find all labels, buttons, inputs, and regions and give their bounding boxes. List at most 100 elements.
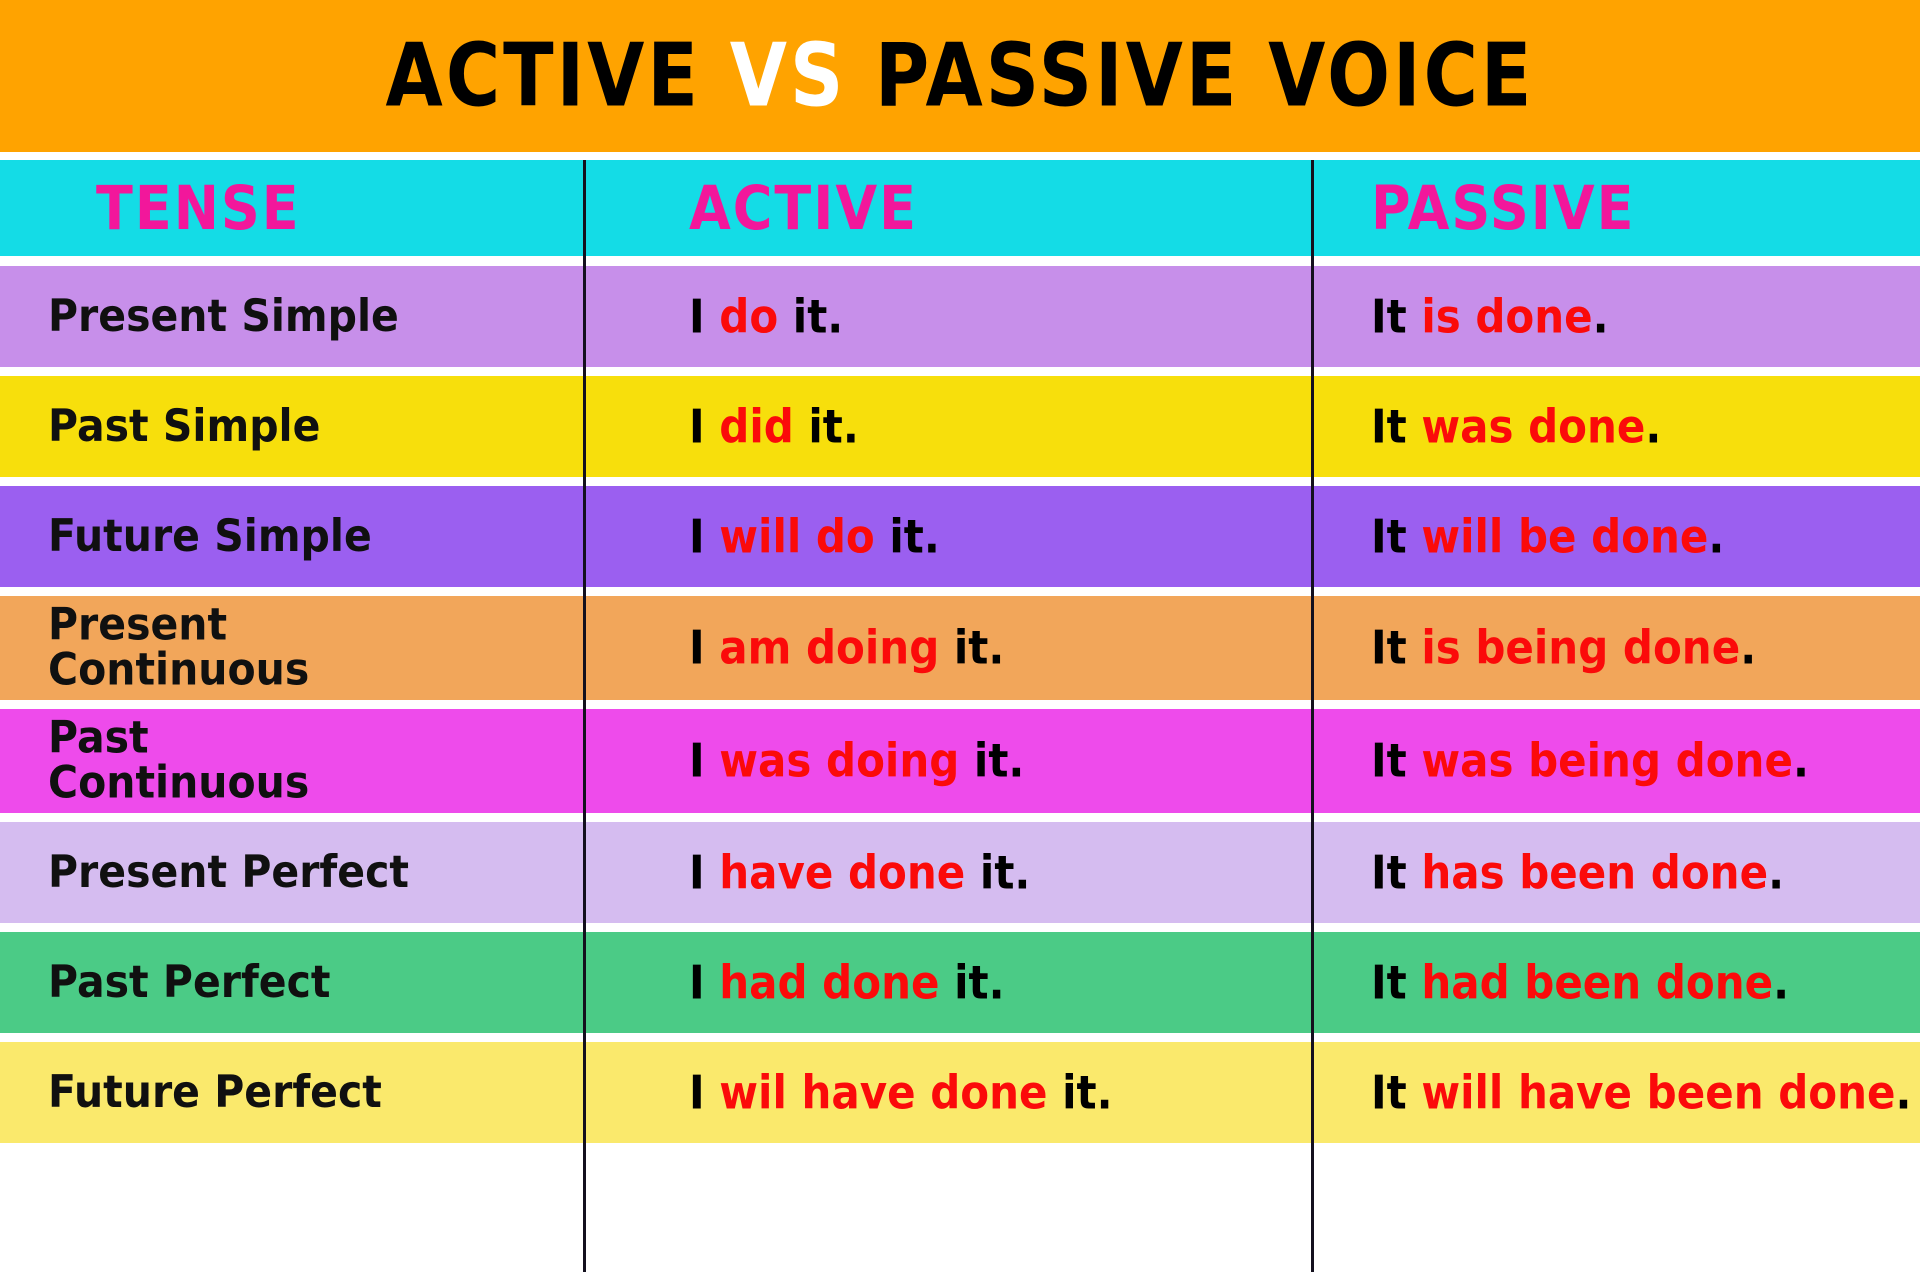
verb-phrase: am doing	[719, 620, 940, 675]
subject-pronoun: It	[1371, 955, 1422, 1009]
cell-tense: Past Simple	[0, 376, 585, 477]
cell-tense: Past Continuous	[0, 709, 585, 813]
verb-phrase: was done	[1421, 399, 1646, 453]
cell-active-sentence: I have done it.	[585, 822, 1313, 923]
page-title: ACTIVE VS PASSIVE VOICE	[386, 25, 1535, 126]
passive-sentence: It has been done.	[1371, 849, 1784, 895]
tense-label: Present Simple	[48, 289, 399, 342]
sentence-tail: it.	[874, 509, 940, 563]
verb-phrase: was doing	[719, 733, 960, 788]
title-part-two: PASSIVE VOICE	[846, 25, 1535, 127]
cell-tense: Past Perfect	[0, 932, 585, 1033]
subject-pronoun: I	[689, 289, 720, 343]
cell-active-sentence: I will do it.	[585, 486, 1313, 587]
table-row: Present Simple I do it. It is done.	[0, 266, 1920, 367]
subject-pronoun: It	[1371, 1065, 1422, 1119]
sentence-tail: it.	[965, 845, 1031, 899]
cell-passive-sentence: It has been done.	[1313, 822, 1920, 923]
table-row: Present Perfect I have done it. It has bee…	[0, 822, 1920, 923]
passive-sentence: It was done.	[1371, 403, 1661, 449]
sentence-tail: it.	[1047, 1065, 1113, 1119]
verb-phrase: did	[719, 399, 794, 453]
table-row: Past Simple I did it. It was done.	[0, 376, 1920, 477]
subject-pronoun: It	[1371, 509, 1422, 563]
passive-sentence: It will be done.	[1371, 513, 1724, 559]
verb-phrase: will be done	[1421, 509, 1709, 563]
cell-active-sentence: I wil have done it.	[585, 1042, 1313, 1143]
title-banner: ACTIVE VS PASSIVE VOICE	[0, 0, 1920, 152]
cell-tense: Present Simple	[0, 266, 585, 367]
sentence-tail: .	[1740, 620, 1757, 675]
verb-phrase: was being done	[1421, 733, 1793, 788]
table-row: Past Perfect I had done it. It had been do…	[0, 932, 1920, 1033]
tense-label: Future Perfect	[48, 1065, 382, 1118]
active-sentence: I was doing it.	[689, 737, 1024, 784]
active-sentence: I will do it.	[689, 513, 940, 559]
cell-active-sentence: I did it.	[585, 376, 1313, 477]
cell-passive-sentence: It is being done.	[1313, 596, 1920, 700]
active-passive-voice-poster: ACTIVE VS PASSIVE VOICE TENSE ACTIVE PAS…	[0, 0, 1920, 1272]
active-sentence: I wil have done it.	[689, 1069, 1113, 1115]
cell-passive-sentence: It is done.	[1313, 266, 1920, 367]
subject-pronoun: I	[689, 845, 720, 899]
cell-tense: Future Perfect	[0, 1042, 585, 1143]
passive-sentence: It was being done.	[1371, 737, 1809, 784]
sentence-tail: .	[1895, 1065, 1912, 1119]
passive-sentence: It is being done.	[1371, 624, 1756, 671]
sentence-tail: it.	[778, 289, 844, 343]
sentence-tail: .	[1592, 289, 1609, 343]
table-body: Present Simple I do it. It is done. Past Si…	[0, 266, 1920, 1143]
tense-label: Past Continuous	[48, 711, 310, 809]
passive-sentence: It will have been done.	[1371, 1069, 1912, 1115]
tense-label: Future Simple	[48, 509, 372, 562]
verb-phrase: had been done	[1421, 955, 1774, 1009]
tense-label: Present Continuous	[48, 598, 310, 696]
column-header-passive: PASSIVE	[1371, 172, 1636, 244]
passive-sentence: It had been done.	[1371, 959, 1789, 1005]
tense-label: Present Perfect	[48, 845, 409, 898]
table-header-row: TENSE ACTIVE PASSIVE	[0, 160, 1920, 256]
active-sentence: I had done it.	[689, 959, 1005, 1005]
column-header-tense: TENSE	[96, 172, 301, 244]
sentence-tail: it.	[939, 955, 1005, 1009]
sentence-tail: .	[1773, 955, 1790, 1009]
cell-passive-sentence: It will have been done.	[1313, 1042, 1920, 1143]
column-divider-active-passive	[1311, 160, 1314, 1272]
cell-passive-sentence: It had been done.	[1313, 932, 1920, 1033]
cell-passive-sentence: It will be done.	[1313, 486, 1920, 587]
voice-comparison-table: TENSE ACTIVE PASSIVE Present Simple I do …	[0, 160, 1920, 1152]
tense-label: Past Perfect	[48, 955, 331, 1008]
table-row: Past Continuous I was doing it. It was bei…	[0, 709, 1920, 813]
active-sentence: I am doing it.	[689, 624, 1004, 671]
verb-phrase: do	[719, 289, 779, 343]
title-part-one: ACTIVE	[385, 25, 730, 127]
tense-label: Past Simple	[48, 399, 321, 452]
verb-phrase: will have been done	[1421, 1065, 1896, 1119]
cell-active-sentence: I was doing it.	[585, 709, 1313, 813]
cell-tense: Present Continuous	[0, 596, 585, 700]
cell-passive-sentence: It was being done.	[1313, 709, 1920, 813]
active-sentence: I have done it.	[689, 849, 1030, 895]
subject-pronoun: I	[689, 620, 720, 675]
cell-tense: Present Perfect	[0, 822, 585, 923]
header-cell-active: ACTIVE	[585, 160, 1313, 256]
verb-phrase: is being done	[1421, 620, 1741, 675]
verb-phrase: wil have done	[719, 1065, 1048, 1119]
passive-sentence: It is done.	[1371, 293, 1609, 339]
table-row: Future Simple I will do it. It will be don…	[0, 486, 1920, 587]
verb-phrase: is done	[1421, 289, 1593, 343]
column-header-active: ACTIVE	[689, 172, 919, 244]
sentence-tail: .	[1645, 399, 1662, 453]
column-divider-tense-active	[583, 160, 586, 1272]
subject-pronoun: It	[1371, 620, 1422, 675]
sentence-tail: it.	[959, 733, 1025, 788]
cell-active-sentence: I do it.	[585, 266, 1313, 367]
active-sentence: I do it.	[689, 293, 843, 339]
sentence-tail: it.	[793, 399, 859, 453]
verb-phrase: has been done	[1421, 845, 1769, 899]
subject-pronoun: It	[1371, 733, 1422, 788]
subject-pronoun: I	[689, 399, 720, 453]
header-cell-tense: TENSE	[0, 160, 585, 256]
sentence-tail: it.	[939, 620, 1005, 675]
subject-pronoun: I	[689, 955, 720, 1009]
